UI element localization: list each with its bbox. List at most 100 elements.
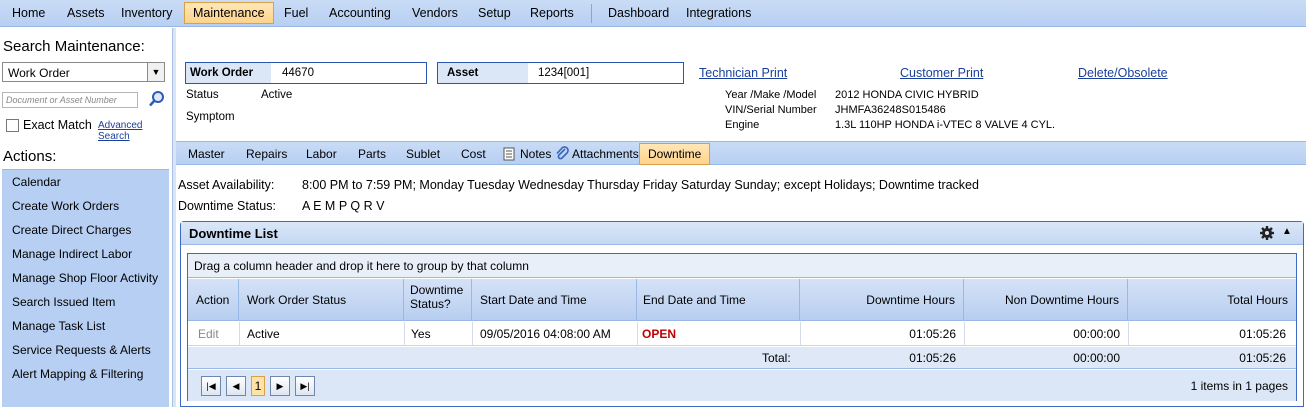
cell-total-hours: 01:05:26: [1239, 327, 1286, 341]
tab-cost[interactable]: Cost: [461, 145, 486, 163]
total-total-hours: 01:05:26: [1239, 351, 1286, 365]
total-non-downtime-hours: 00:00:00: [1073, 351, 1120, 365]
search-icon[interactable]: [148, 90, 166, 108]
asset-availability-label: Asset Availability:: [178, 178, 275, 192]
asset-label: Asset: [438, 63, 528, 83]
action-calendar[interactable]: Calendar: [12, 175, 61, 189]
action-search-issued-item[interactable]: Search Issued Item: [12, 295, 115, 309]
action-manage-shop-floor-activity[interactable]: Manage Shop Floor Activity: [12, 271, 158, 285]
tab-labor[interactable]: Labor: [306, 145, 337, 163]
menu-dashboard[interactable]: Dashboard: [600, 2, 677, 24]
col-end-date[interactable]: End Date and Time: [637, 279, 800, 321]
cell-wo-status: Active: [247, 327, 280, 341]
total-label: Total:: [762, 351, 791, 365]
total-row: Total: 01:05:26 00:00:00 01:05:26: [188, 347, 1296, 369]
status-label: Status: [186, 89, 219, 101]
downtime-grid: Drag a column header and drop it here to…: [187, 253, 1297, 401]
top-menu-bar: Home Assets Inventory Maintenance Fuel A…: [0, 0, 1306, 27]
menu-home[interactable]: Home: [4, 2, 53, 24]
left-panel: Search Maintenance: Work Order ▼ Documen…: [0, 28, 171, 407]
search-type-value: Work Order: [8, 66, 70, 80]
page-number[interactable]: 1: [251, 376, 265, 396]
menu-assets[interactable]: Assets: [59, 2, 113, 24]
work-order-field[interactable]: Work Order 44670: [185, 62, 427, 84]
cell-end-open: OPEN: [642, 327, 677, 341]
edit-link[interactable]: Edit: [198, 327, 219, 341]
menu-integrations[interactable]: Integrations: [678, 2, 759, 24]
technician-print-link[interactable]: Technician Print: [699, 66, 787, 80]
col-work-order-status[interactable]: Work Order Status: [239, 279, 404, 321]
action-create-work-orders[interactable]: Create Work Orders: [12, 199, 119, 213]
next-page-button[interactable]: ▶: [270, 376, 290, 396]
menu-separator: [591, 4, 592, 23]
prev-page-button[interactable]: ◀: [226, 376, 246, 396]
exact-match-label: Exact Match: [23, 118, 92, 132]
collapse-icon[interactable]: ▲: [1282, 226, 1292, 237]
pager-info: 1 items in 1 pages: [1190, 379, 1288, 393]
tab-master[interactable]: Master: [188, 145, 225, 163]
menu-vendors[interactable]: Vendors: [404, 2, 466, 24]
panel-splitter[interactable]: [172, 28, 176, 407]
customer-print-link[interactable]: Customer Print: [900, 66, 983, 80]
search-maintenance-title: Search Maintenance:: [3, 38, 145, 55]
exact-match-checkbox[interactable]: [6, 119, 19, 132]
col-start-date[interactable]: Start Date and Time: [472, 279, 637, 321]
cell-downtime-hours: 01:05:26: [909, 327, 956, 341]
last-page-button[interactable]: ▶|: [295, 376, 315, 396]
search-type-select[interactable]: Work Order ▼: [2, 62, 165, 82]
tab-attachments[interactable]: Attachments: [572, 145, 639, 163]
col-action[interactable]: Action: [188, 279, 239, 321]
table-row: Edit Active Yes 09/05/2016 04:08:00 AM O…: [188, 322, 1296, 346]
menu-inventory[interactable]: Inventory: [113, 2, 180, 24]
chevron-down-icon[interactable]: ▼: [147, 63, 164, 81]
menu-fuel[interactable]: Fuel: [276, 2, 316, 24]
downtime-list-panel: Downtime List ▲ Drag a column header and…: [180, 221, 1304, 407]
menu-accounting[interactable]: Accounting: [321, 2, 399, 24]
col-total-hours[interactable]: Total Hours: [1128, 279, 1296, 321]
tab-repairs[interactable]: Repairs: [246, 145, 287, 163]
actions-title: Actions:: [3, 148, 57, 165]
action-create-direct-charges[interactable]: Create Direct Charges: [12, 223, 131, 237]
vin-value: JHMFA36248S015486: [835, 104, 946, 116]
vin-label: VIN/Serial Number: [725, 104, 817, 116]
panel-header: Downtime List ▲: [181, 222, 1303, 245]
cell-downtime-status: Yes: [411, 327, 431, 341]
tab-sublet[interactable]: Sublet: [406, 145, 440, 163]
col-non-downtime-hours[interactable]: Non Downtime Hours: [964, 279, 1128, 321]
work-order-label: Work Order: [186, 63, 271, 83]
work-order-value: 44670: [282, 67, 314, 79]
status-value: Active: [261, 89, 293, 101]
cell-non-downtime-hours: 00:00:00: [1073, 327, 1120, 341]
downtime-status-value: A E M P Q R V: [302, 199, 385, 213]
tab-downtime[interactable]: Downtime: [639, 143, 711, 165]
delete-obsolete-link[interactable]: Delete/Obsolete: [1078, 66, 1168, 80]
search-input[interactable]: Document or Asset Number: [2, 92, 138, 108]
symptom-label: Symptom: [186, 111, 235, 123]
actions-list: Calendar Create Work Orders Create Direc…: [2, 169, 169, 407]
pager: |◀ ◀ 1 ▶ ▶| 1 items in 1 pages: [188, 370, 1296, 401]
asset-field[interactable]: Asset 1234[001]: [437, 62, 684, 84]
gear-icon[interactable]: [1259, 225, 1275, 241]
ymm-value: 2012 HONDA CIVIC HYBRID: [835, 89, 979, 101]
menu-setup[interactable]: Setup: [470, 2, 519, 24]
col-downtime-status[interactable]: Downtime Status?: [404, 279, 472, 321]
engine-label: Engine: [725, 119, 760, 131]
first-page-button[interactable]: |◀: [201, 376, 221, 396]
menu-reports[interactable]: Reports: [522, 2, 582, 24]
menu-maintenance[interactable]: Maintenance: [184, 2, 274, 24]
tab-parts[interactable]: Parts: [358, 145, 386, 163]
engine-value: 1.3L 110HP HONDA i-VTEC 8 VALVE 4 CYL.: [835, 119, 1056, 131]
action-manage-indirect-labor[interactable]: Manage Indirect Labor: [12, 247, 132, 261]
action-manage-task-list[interactable]: Manage Task List: [12, 319, 105, 333]
advanced-search-link[interactable]: Advanced Search: [98, 120, 171, 142]
group-by-bar[interactable]: Drag a column header and drop it here to…: [188, 254, 1296, 278]
asset-availability-value: 8:00 PM to 7:59 PM; Monday Tuesday Wedne…: [302, 178, 979, 192]
notes-icon: [503, 147, 515, 161]
tab-notes[interactable]: Notes: [520, 145, 551, 163]
tab-strip: Master Repairs Labor Parts Sublet Cost N…: [176, 141, 1306, 165]
col-downtime-hours[interactable]: Downtime Hours: [800, 279, 964, 321]
paperclip-icon: [556, 146, 569, 160]
cell-start: 09/05/2016 04:08:00 AM: [480, 327, 611, 341]
action-alert-mapping-filtering[interactable]: Alert Mapping & Filtering: [12, 367, 143, 381]
action-service-requests-alerts[interactable]: Service Requests & Alerts: [12, 343, 151, 357]
